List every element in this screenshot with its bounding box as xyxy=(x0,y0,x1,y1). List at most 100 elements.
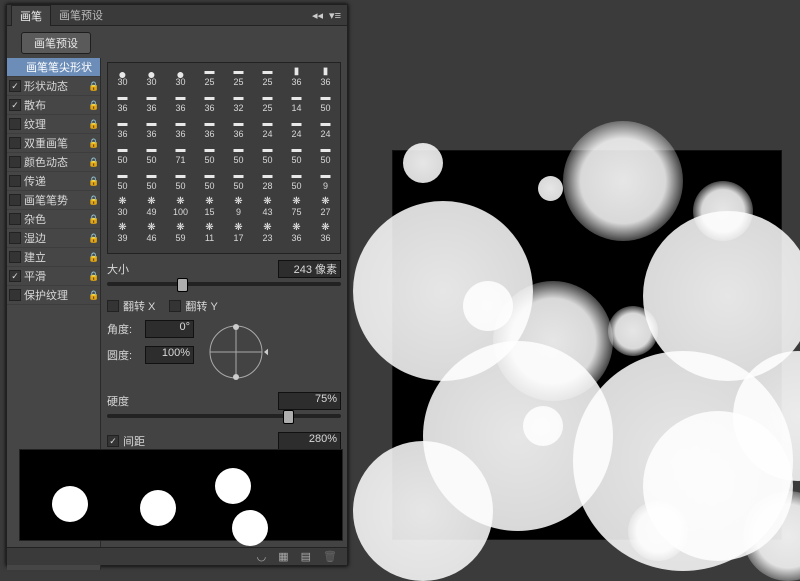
brush-cell[interactable]: ▬50 xyxy=(108,167,137,193)
option-checkbox[interactable] xyxy=(9,80,21,92)
brush-cell[interactable]: ▬50 xyxy=(166,167,195,193)
tab-brush[interactable]: 画笔 xyxy=(11,5,51,26)
brush-cell[interactable]: ❋17 xyxy=(224,219,253,245)
brush-cell[interactable]: ▬32 xyxy=(224,89,253,115)
angle-value[interactable]: 0° xyxy=(145,320,194,338)
option-5[interactable]: 颜色动态🔒 xyxy=(7,153,100,172)
hardness-value[interactable]: 75% xyxy=(278,392,341,410)
option-11[interactable]: 平滑🔒 xyxy=(7,267,100,286)
brush-cell[interactable]: ❋15 xyxy=(195,193,224,219)
brush-cell[interactable]: ▬36 xyxy=(195,115,224,141)
brush-cell[interactable]: ▬50 xyxy=(224,141,253,167)
new-icon[interactable]: ▤ xyxy=(301,550,311,563)
brush-cell[interactable]: ❋11 xyxy=(195,219,224,245)
brush-cell[interactable]: ▬25 xyxy=(195,63,224,89)
brush-cell[interactable]: ❋9 xyxy=(224,193,253,219)
brush-cell[interactable]: ❋75 xyxy=(282,193,311,219)
brush-cell[interactable]: ▬25 xyxy=(224,63,253,89)
lock-icon[interactable]: 🔒 xyxy=(88,157,98,167)
size-slider[interactable] xyxy=(107,282,341,286)
brush-cell[interactable]: ▬50 xyxy=(282,167,311,193)
brush-cell[interactable]: ▬25 xyxy=(253,63,282,89)
option-checkbox[interactable] xyxy=(9,118,21,130)
menu-icon[interactable]: ▾≡ xyxy=(329,9,341,22)
brush-cell[interactable]: ▬36 xyxy=(137,115,166,141)
brush-cell[interactable]: ▬28 xyxy=(253,167,282,193)
brush-cell[interactable]: ❋23 xyxy=(253,219,282,245)
brush-cell[interactable]: ▬24 xyxy=(311,115,340,141)
angle-widget[interactable] xyxy=(204,320,268,384)
brush-cell[interactable]: ❋39 xyxy=(108,219,137,245)
brush-cell[interactable]: ❋36 xyxy=(311,219,340,245)
brush-cell[interactable]: ▬50 xyxy=(137,141,166,167)
option-4[interactable]: 双重画笔🔒 xyxy=(7,134,100,153)
option-checkbox[interactable] xyxy=(9,289,21,301)
brush-cell[interactable]: ▬36 xyxy=(166,115,195,141)
brush-cell[interactable]: ▬50 xyxy=(108,141,137,167)
lock-icon[interactable]: 🔒 xyxy=(88,271,98,281)
brush-cell[interactable]: ●30 xyxy=(166,63,195,89)
brush-cell[interactable]: ▬9 xyxy=(311,167,340,193)
option-0[interactable]: 画笔笔尖形状 xyxy=(7,58,100,77)
brush-cell[interactable]: ▬50 xyxy=(253,141,282,167)
option-checkbox[interactable] xyxy=(9,213,21,225)
brush-cell[interactable]: ❋46 xyxy=(137,219,166,245)
brush-presets-button[interactable]: 画笔预设 xyxy=(21,32,91,54)
brush-cell[interactable]: ▬36 xyxy=(108,89,137,115)
brush-cell[interactable]: ▬36 xyxy=(195,89,224,115)
spacing-checkbox[interactable] xyxy=(107,435,119,447)
option-checkbox[interactable] xyxy=(9,156,21,168)
option-3[interactable]: 纹理🔒 xyxy=(7,115,100,134)
option-2[interactable]: 散布🔒 xyxy=(7,96,100,115)
brush-cell[interactable]: ▬36 xyxy=(224,115,253,141)
trash-icon[interactable]: 🗑 xyxy=(323,550,337,563)
hardness-slider[interactable] xyxy=(107,414,341,418)
size-value[interactable]: 243 像素 xyxy=(278,260,341,278)
brush-cell[interactable]: ❋30 xyxy=(108,193,137,219)
lock-icon[interactable]: 🔒 xyxy=(88,252,98,262)
lock-icon[interactable]: 🔒 xyxy=(88,100,98,110)
brush-cell[interactable]: ▬36 xyxy=(166,89,195,115)
flipx-checkbox[interactable] xyxy=(107,300,119,312)
brush-grid[interactable]: ●30●30●30▬25▬25▬25▮36▮36▬36▬36▬36▬36▬32▬… xyxy=(107,62,341,254)
brush-cell[interactable]: ▮36 xyxy=(282,63,311,89)
spacing-value[interactable]: 280% xyxy=(278,432,341,450)
option-checkbox[interactable] xyxy=(9,251,21,263)
brush-cell[interactable]: ●30 xyxy=(108,63,137,89)
option-9[interactable]: 湿边🔒 xyxy=(7,229,100,248)
brush-cell[interactable]: ▬50 xyxy=(137,167,166,193)
tab-brush-presets[interactable]: 画笔预设 xyxy=(51,5,111,25)
brush-cell[interactable]: ❋43 xyxy=(253,193,282,219)
brush-cell[interactable]: ▬25 xyxy=(253,89,282,115)
toggle-icon[interactable]: ◡ xyxy=(257,550,267,563)
collapse-icon[interactable]: ◂◂ xyxy=(312,9,323,22)
option-10[interactable]: 建立🔒 xyxy=(7,248,100,267)
option-checkbox[interactable] xyxy=(9,270,21,282)
brush-cell[interactable]: ▬36 xyxy=(137,89,166,115)
option-checkbox[interactable] xyxy=(9,232,21,244)
roundness-value[interactable]: 100% xyxy=(145,346,194,364)
lock-icon[interactable]: 🔒 xyxy=(88,214,98,224)
option-12[interactable]: 保护纹理🔒 xyxy=(7,286,100,305)
option-checkbox[interactable] xyxy=(9,175,21,187)
brush-cell[interactable]: ▬50 xyxy=(282,141,311,167)
brush-cell[interactable]: ▬50 xyxy=(224,167,253,193)
brush-cell[interactable]: ❋36 xyxy=(282,219,311,245)
brush-cell[interactable]: ▬50 xyxy=(311,89,340,115)
brush-cell[interactable]: ▬24 xyxy=(253,115,282,141)
brush-cell[interactable]: ❋100 xyxy=(166,193,195,219)
lock-icon[interactable]: 🔒 xyxy=(88,290,98,300)
option-checkbox[interactable] xyxy=(9,137,21,149)
brush-cell[interactable]: ▬36 xyxy=(108,115,137,141)
brush-cell[interactable]: ▬71 xyxy=(166,141,195,167)
lock-icon[interactable]: 🔒 xyxy=(88,138,98,148)
brush-cell[interactable]: ▬14 xyxy=(282,89,311,115)
grid-icon[interactable]: ▦ xyxy=(278,550,288,563)
lock-icon[interactable]: 🔒 xyxy=(88,176,98,186)
brush-cell[interactable]: ▬50 xyxy=(195,167,224,193)
option-1[interactable]: 形状动态🔒 xyxy=(7,77,100,96)
brush-cell[interactable]: ▬50 xyxy=(195,141,224,167)
lock-icon[interactable]: 🔒 xyxy=(88,233,98,243)
brush-cell[interactable]: ●30 xyxy=(137,63,166,89)
lock-icon[interactable]: 🔒 xyxy=(88,195,98,205)
